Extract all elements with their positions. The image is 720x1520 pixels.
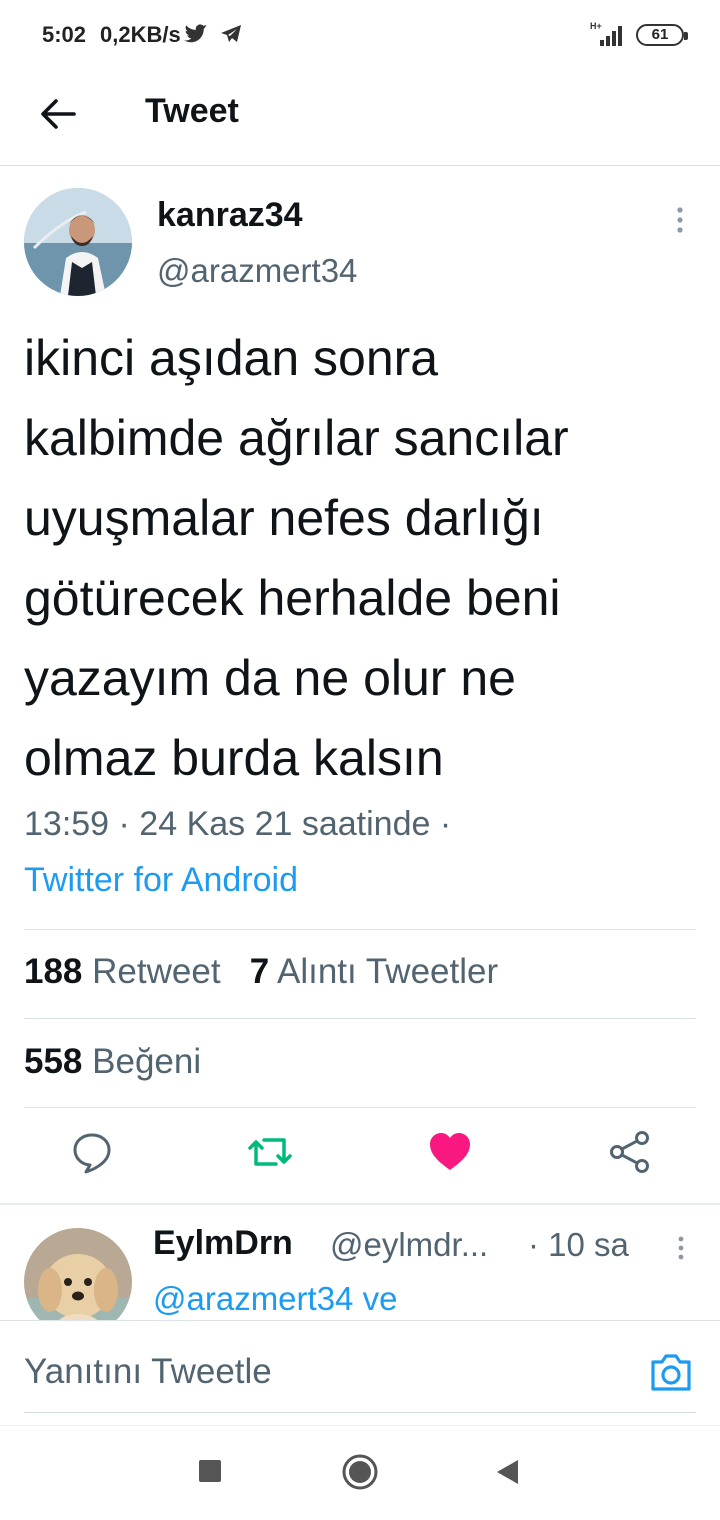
top-header: Tweet [0, 70, 720, 166]
retweet-label[interactable]: Retweet [92, 952, 220, 991]
reply-time: · 10 sa [528, 1226, 629, 1263]
signal-strength-icon: H+ [590, 21, 622, 46]
tweet-text: ikinci aşıdan sonra kalbimde ağrılar san… [24, 330, 569, 786]
share-icon[interactable] [606, 1128, 654, 1176]
retweet-icon[interactable] [246, 1128, 294, 1176]
home-icon[interactable] [342, 1454, 378, 1490]
section-separator [0, 1203, 720, 1205]
like-count[interactable]: 558 [24, 1042, 82, 1081]
stats-retweets-quotes: 188 Retweet 7 Alıntı Tweetler [24, 952, 498, 992]
reply-author-name[interactable]: EylmDrn [153, 1224, 293, 1263]
reply-author-handle[interactable]: @eylmdr... [330, 1226, 488, 1264]
back-triangle-icon[interactable] [494, 1458, 520, 1486]
reply-icon[interactable] [68, 1128, 116, 1176]
reply-input[interactable]: Yanıtını Tweetle [24, 1352, 272, 1392]
svg-text:H+: H+ [590, 21, 602, 31]
status-bar: 5:02 0,2KB/s H+ 61 [0, 0, 720, 70]
more-options-icon[interactable] [668, 204, 692, 236]
quote-count[interactable]: 7 [250, 952, 269, 991]
tweet-timestamp: 13:59 · 24 Kas 21 saatinde · [24, 805, 452, 843]
compose-underline [24, 1412, 696, 1413]
battery-indicator: 61 [636, 24, 688, 46]
avatar[interactable] [24, 188, 132, 296]
reply-more-options-icon[interactable] [672, 1234, 690, 1262]
tweet-author-name[interactable]: kanraz34 [157, 196, 303, 235]
recent-apps-icon[interactable] [199, 1460, 221, 1482]
camera-icon[interactable] [648, 1350, 694, 1394]
back-arrow-icon[interactable] [36, 92, 80, 136]
retweet-count[interactable]: 188 [24, 952, 82, 991]
tweet-action-bar [0, 1128, 720, 1188]
status-network-speed: 0,2KB/s [100, 22, 181, 47]
like-heart-icon[interactable] [426, 1128, 474, 1176]
stats-likes: 558 Beğeni [24, 1042, 201, 1082]
status-time: 5:02 [42, 22, 87, 47]
reply-mention-link[interactable]: @arazmert34 ve [153, 1280, 397, 1318]
telegram-icon [221, 25, 241, 42]
tweet-author-handle[interactable]: @arazmert34 [157, 252, 357, 290]
page-title: Tweet [145, 92, 239, 130]
divider [24, 1107, 696, 1108]
like-label[interactable]: Beğeni [92, 1042, 201, 1081]
divider [24, 1018, 696, 1019]
tweet-source-link[interactable]: Twitter for Android [24, 856, 298, 904]
twitter-bird-icon [184, 24, 207, 43]
divider [24, 929, 696, 930]
quote-label[interactable]: Alıntı Tweetler [277, 952, 498, 991]
